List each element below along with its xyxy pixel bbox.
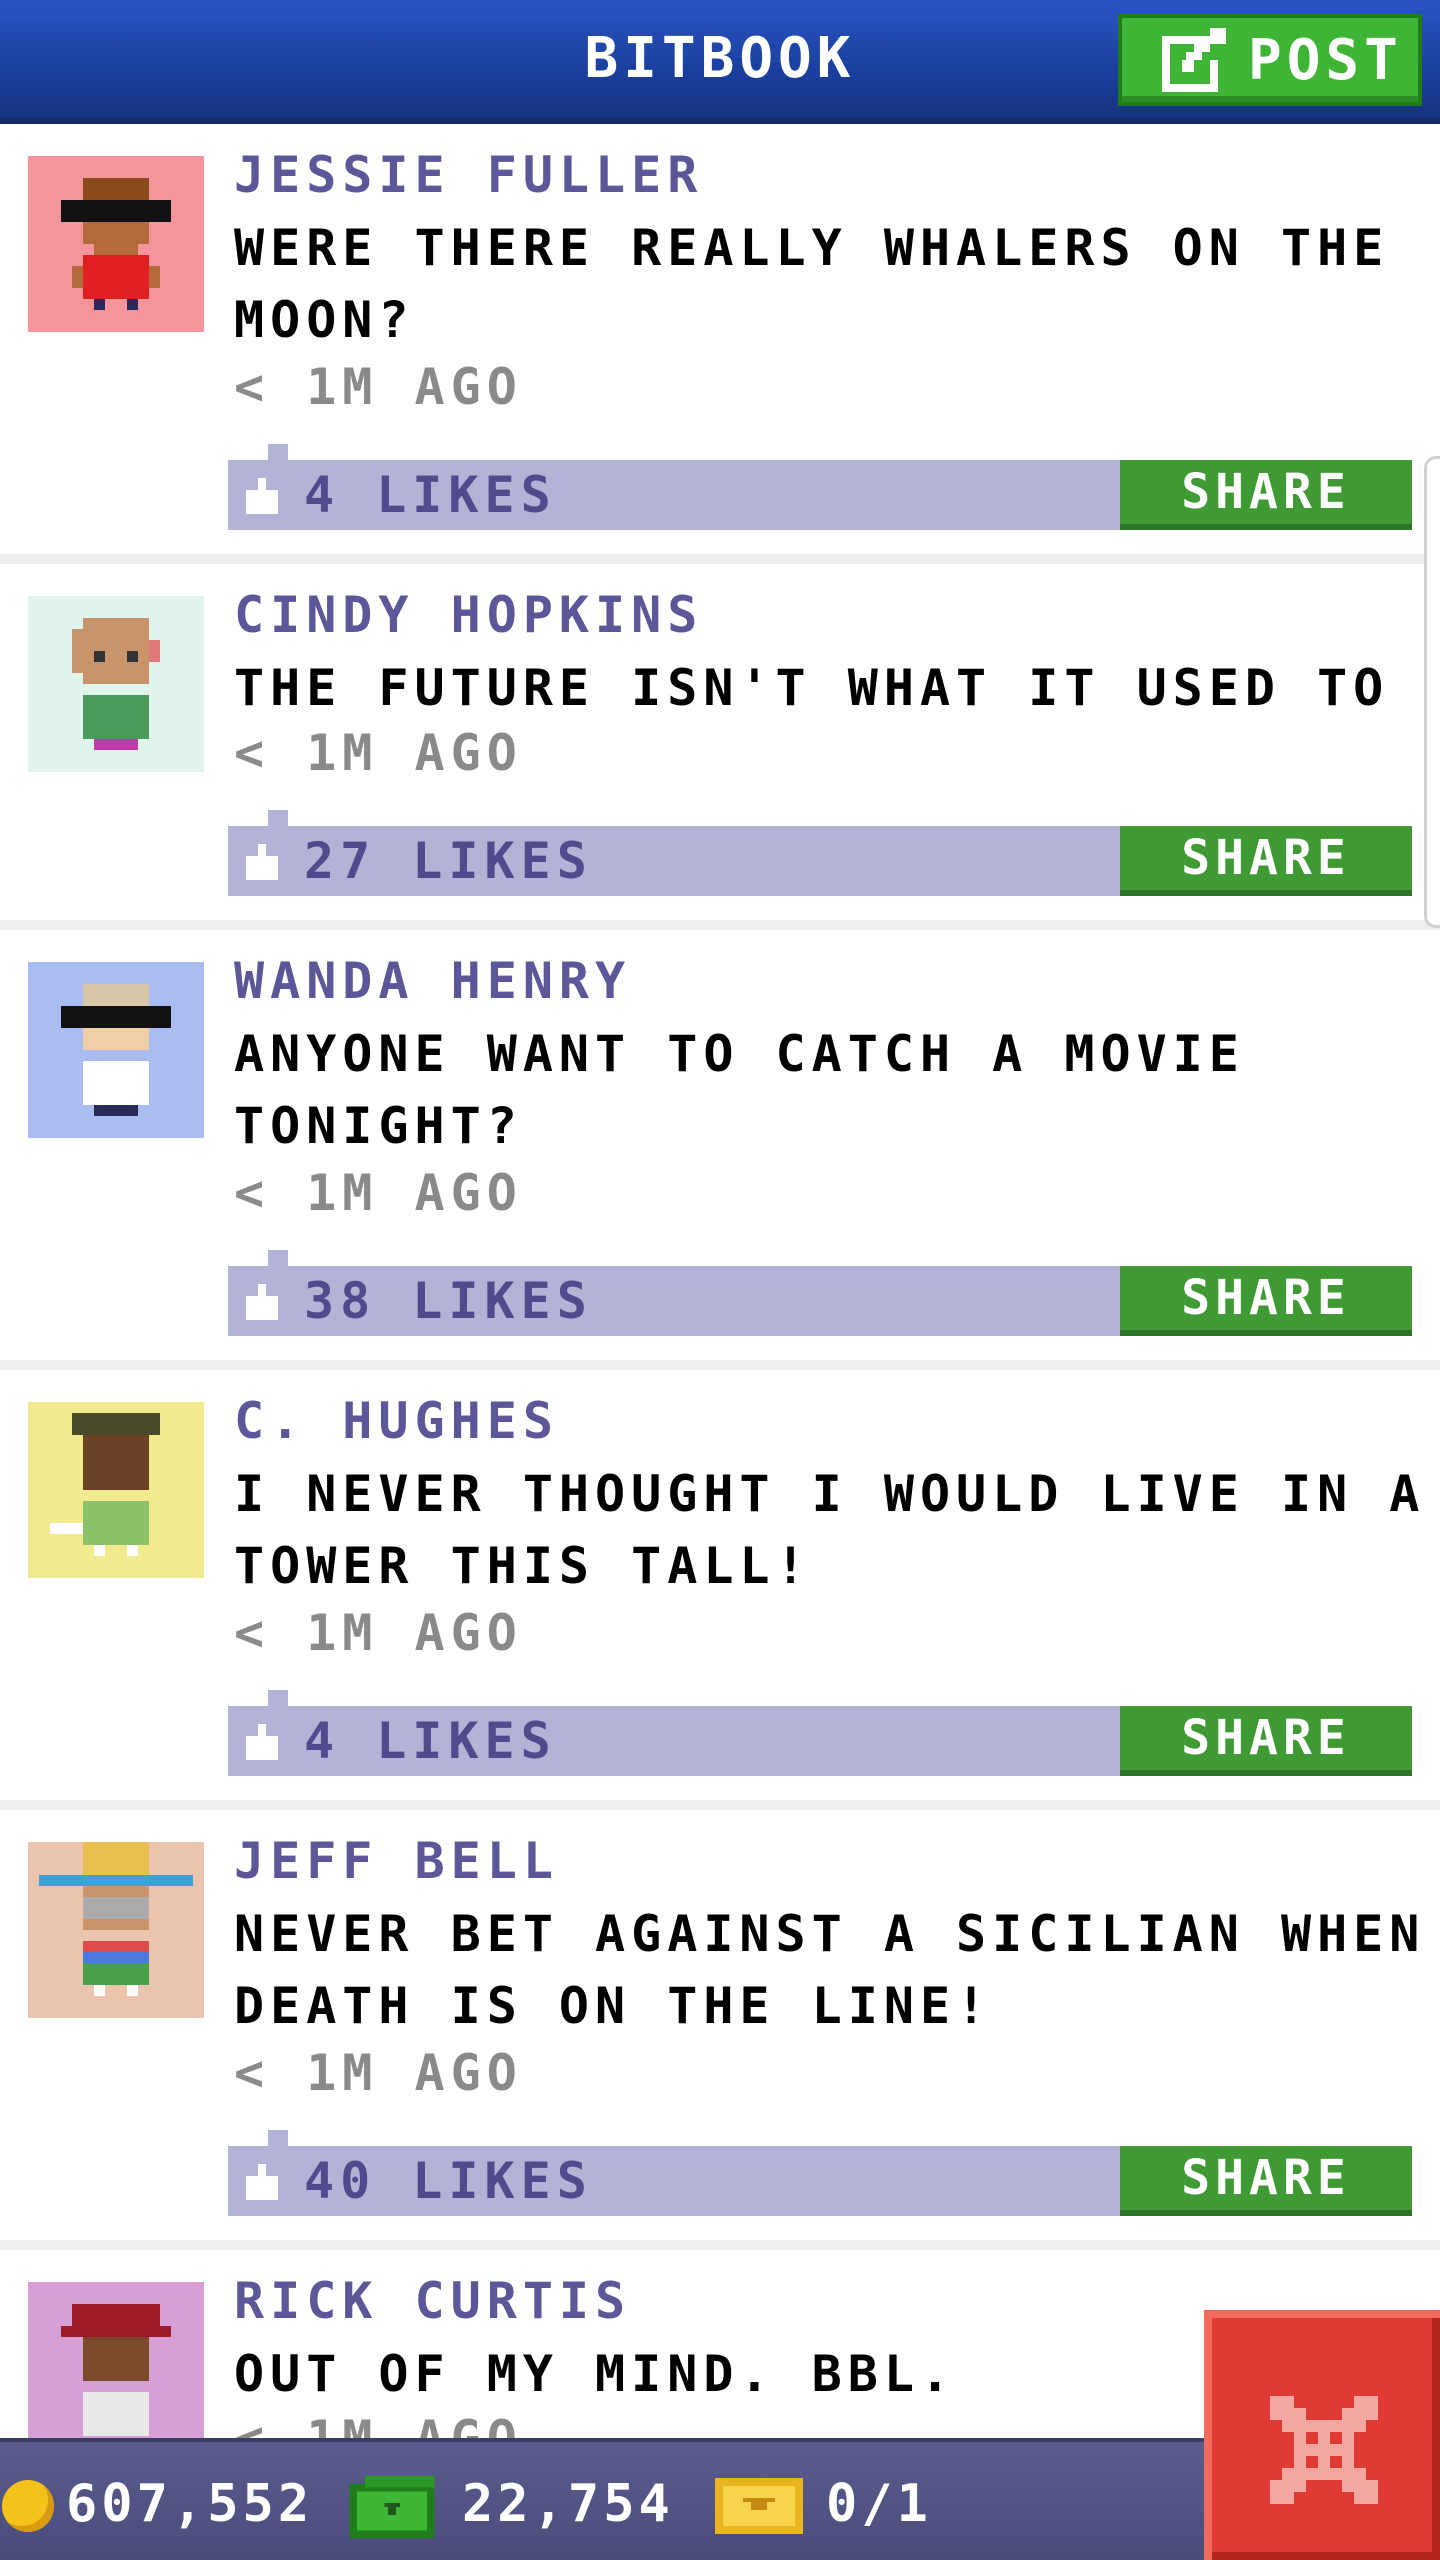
likes-bar: 4 LIKES SHARE: [228, 444, 1412, 530]
likes-count: 38 LIKES: [304, 1272, 593, 1330]
avatar[interactable]: [28, 962, 204, 1138]
likes-count: 27 LIKES: [304, 832, 593, 890]
bux-count: 22,754: [462, 2474, 674, 2534]
post-button[interactable]: POST: [1118, 14, 1422, 106]
post-timestamp: < 1M AGO: [234, 2044, 523, 2102]
feed-post: WANDA HENRY ANYONE WANT TO CATCH A MOVIE…: [0, 930, 1440, 1360]
thumbs-up-icon[interactable]: [242, 1724, 282, 1760]
edit-icon: [1162, 28, 1226, 92]
share-button[interactable]: SHARE: [1120, 460, 1412, 530]
post-timestamp: < 1M AGO: [234, 2410, 523, 2440]
coin-icon: [2, 2480, 54, 2532]
post-feed[interactable]: JESSIE FULLER WERE THERE REALLY WHALERS …: [0, 124, 1440, 2440]
coins-count: 607,552: [66, 2474, 314, 2534]
likes-bar-notch: [268, 810, 288, 826]
ticket-icon: [715, 2478, 803, 2534]
likes-bar-notch: [268, 1250, 288, 1266]
post-message: I NEVER THOUGHT I WOULD LIVE IN A TOWER …: [234, 1465, 1426, 1595]
share-button[interactable]: SHARE: [1120, 1706, 1412, 1776]
post-message: ANYONE WANT TO CATCH A MOVIE TONIGHT?: [234, 1025, 1245, 1155]
feed-post: JEFF BELL NEVER BET AGAINST A SICILIAN W…: [0, 1810, 1440, 2240]
post-button-label: POST: [1248, 27, 1403, 93]
close-icon: [1270, 2396, 1378, 2504]
author-name: JESSIE FULLER: [234, 146, 704, 204]
post-timestamp: < 1M AGO: [234, 358, 523, 416]
likes-bar-notch: [268, 2130, 288, 2146]
likes-count: 4 LIKES: [304, 1712, 557, 1770]
share-button[interactable]: SHARE: [1120, 2146, 1412, 2216]
likes-count: 4 LIKES: [304, 466, 557, 524]
likes-bar: 38 LIKES SHARE: [228, 1250, 1412, 1336]
avatar[interactable]: [28, 1402, 204, 1578]
post-timestamp: < 1M AGO: [234, 1604, 523, 1662]
thumbs-up-icon[interactable]: [242, 1284, 282, 1320]
likes-bar-notch: [268, 444, 288, 460]
share-button[interactable]: SHARE: [1120, 1266, 1412, 1336]
avatar[interactable]: [28, 156, 204, 332]
avatar[interactable]: [28, 596, 204, 772]
avatar[interactable]: [28, 1842, 204, 2018]
author-name: JEFF BELL: [234, 1832, 559, 1890]
author-name: RICK CURTIS: [234, 2272, 632, 2330]
share-button[interactable]: SHARE: [1120, 826, 1412, 896]
feed-post: JESSIE FULLER WERE THERE REALLY WHALERS …: [0, 124, 1440, 554]
post-message: NEVER BET AGAINST A SICILIAN WHEN DEATH …: [234, 1905, 1426, 2035]
author-name: C. HUGHES: [234, 1392, 559, 1450]
thumbs-up-icon[interactable]: [242, 478, 282, 514]
feed-post: C. HUGHES I NEVER THOUGHT I WOULD LIVE I…: [0, 1370, 1440, 1800]
likes-count: 40 LIKES: [304, 2152, 593, 2210]
app-header: BITBOOK POST: [0, 0, 1440, 124]
thumbs-up-icon[interactable]: [242, 844, 282, 880]
bux-icon: [349, 2476, 435, 2538]
likes-bar-notch: [268, 1690, 288, 1706]
close-button[interactable]: [1204, 2310, 1440, 2560]
author-name: WANDA HENRY: [234, 952, 632, 1010]
post-message: WERE THERE REALLY WHALERS ON THE MOON?: [234, 219, 1390, 349]
likes-bar: 40 LIKES SHARE: [228, 2130, 1412, 2216]
post-message: THE FUTURE ISN'T WHAT IT USED TO BE...: [234, 659, 1440, 717]
author-name: CINDY HOPKINS: [234, 586, 704, 644]
likes-bar: 4 LIKES SHARE: [228, 1690, 1412, 1776]
post-timestamp: < 1M AGO: [234, 724, 523, 782]
post-timestamp: < 1M AGO: [234, 1164, 523, 1222]
thumbs-up-icon[interactable]: [242, 2164, 282, 2200]
tickets-count: 0/1: [826, 2474, 932, 2534]
feed-post: CINDY HOPKINS THE FUTURE ISN'T WHAT IT U…: [0, 564, 1440, 920]
avatar[interactable]: [28, 2282, 204, 2440]
scrollbar[interactable]: [1424, 456, 1440, 928]
likes-bar: 27 LIKES SHARE: [228, 810, 1412, 896]
